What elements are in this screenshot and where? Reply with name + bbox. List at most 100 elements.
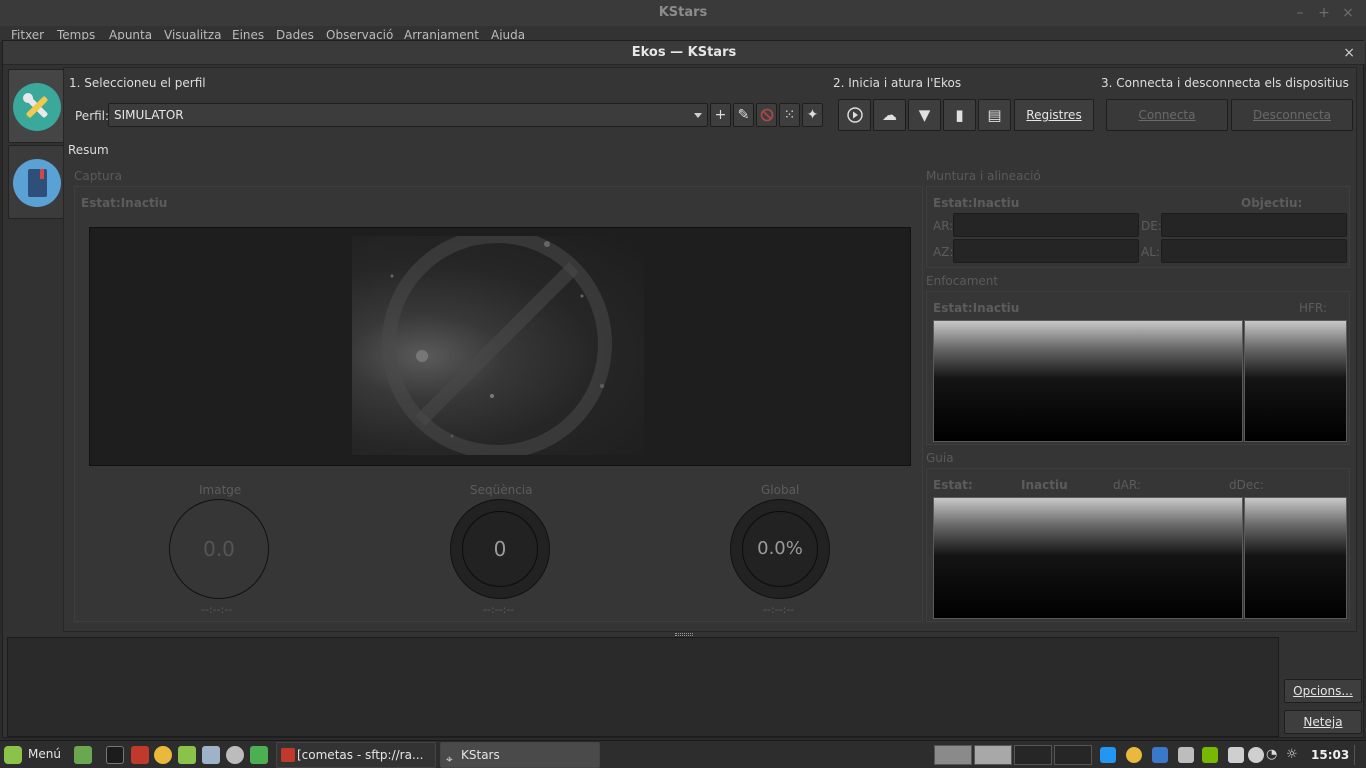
connect-button[interactable]: Connecta — [1106, 99, 1228, 131]
guide-status-value: Inactiu — [1021, 478, 1068, 492]
dec-label: DE: — [1141, 219, 1162, 233]
taskbar: Menú [cometas - sftp://ra... ⌖ KStars ◔ … — [0, 740, 1366, 768]
guide-status-label: Estat: — [933, 478, 973, 492]
image-progress-label: Imatge — [199, 483, 242, 497]
show-desktop-icon[interactable] — [74, 746, 92, 764]
guide-star-image — [933, 497, 1243, 619]
options-label: Opcions... — [1293, 684, 1353, 698]
chrome-icon[interactable] — [154, 746, 172, 764]
cloud-button[interactable]: ☁ — [873, 99, 906, 131]
wifi-icon[interactable]: ◔ — [1266, 747, 1282, 763]
focus-group: Estat:Inactiu HFR: — [926, 291, 1350, 445]
capture-group-title: Captura — [74, 169, 122, 183]
tab-summary[interactable]: Resum — [68, 143, 109, 157]
mount-group-title: Muntura i alineació — [926, 169, 1041, 183]
tools-icon — [13, 83, 61, 131]
splitter-handle[interactable] — [675, 633, 693, 636]
workspace-4[interactable] — [1054, 745, 1092, 765]
mount-group: Estat:Inactiu Objectiu: AR: DE: AZ: AL: — [926, 186, 1350, 268]
profile-select[interactable]: SIMULATOR — [108, 103, 708, 127]
capture-status-label: Estat:Inactiu — [81, 196, 168, 210]
mount-status-label: Estat:Inactiu — [933, 196, 1020, 210]
play-icon — [846, 107, 863, 123]
ekos-close-button[interactable]: × — [1343, 45, 1355, 61]
edit-profile-button[interactable]: ✎ — [733, 103, 754, 127]
search-icon[interactable] — [226, 746, 244, 764]
az-field — [953, 239, 1139, 263]
logs-button[interactable]: Registres — [1014, 99, 1094, 131]
sequence-time: --:--:-- — [483, 603, 515, 616]
guide-drift-plot — [1244, 497, 1347, 619]
dropbox-icon[interactable] — [1178, 747, 1194, 763]
image-progress-value: 0.0 — [203, 537, 235, 561]
window-title: KStars — [658, 5, 708, 20]
cloud-icon: ☁ — [882, 106, 897, 124]
ddec-label: dDec: — [1229, 478, 1264, 492]
chrome-tray-icon[interactable] — [1126, 747, 1142, 763]
step1-label: 1. Seleccioneu el perfil — [69, 76, 206, 90]
sequence-progress-label: Seqüència — [470, 483, 533, 497]
logs-label: Registres — [1026, 108, 1082, 122]
maximize-button[interactable]: + — [1316, 5, 1332, 21]
guide-group: Estat: Inactiu dAR: dDec: — [926, 468, 1350, 622]
filezilla-icon[interactable] — [131, 746, 149, 764]
nvidia-icon[interactable] — [1202, 747, 1218, 763]
sequence-progress-value: 0 — [493, 537, 507, 561]
add-profile-button[interactable]: + — [710, 103, 731, 127]
usb-icon: ▮ — [955, 106, 964, 124]
guide-group-title: Guia — [926, 451, 954, 465]
kstars-title-bar: KStars — [0, 0, 1366, 26]
tab-setup[interactable] — [8, 69, 64, 143]
delete-profile-button[interactable] — [756, 103, 777, 127]
pencil-icon: ✎ — [737, 107, 750, 123]
workspace-3[interactable] — [1014, 745, 1052, 765]
start-menu-label[interactable]: Menú — [28, 747, 61, 761]
dice-icon: ⁙ — [783, 107, 796, 123]
task-filezilla[interactable]: [cometas - sftp://ra... — [276, 742, 436, 768]
mount-target-label: Objectiu: — [1241, 196, 1303, 210]
teamviewer-icon[interactable] — [1100, 747, 1116, 763]
start-ekos-button[interactable] — [838, 99, 871, 131]
az-label: AZ: — [933, 245, 954, 259]
profile-wizard-button[interactable]: ⁙ — [779, 103, 800, 127]
global-progress-value: 0.0% — [757, 538, 803, 559]
clock[interactable]: 15:03 — [1311, 748, 1349, 762]
options-button[interactable]: Opcions... — [1284, 679, 1362, 703]
indi-control-panel-button[interactable]: ▤ — [978, 99, 1011, 131]
ekos-dialog: Ekos — KStars × 1. Seleccioneu el perfil… — [2, 40, 1365, 738]
usb-button[interactable]: ▮ — [943, 99, 976, 131]
mint-logo-icon[interactable] — [4, 746, 22, 764]
task-kstars[interactable]: ⌖ KStars — [440, 742, 600, 768]
app-icon[interactable] — [202, 746, 220, 764]
alt-label: AL: — [1141, 245, 1160, 259]
profile-value: SIMULATOR — [114, 108, 184, 122]
capture-group: Estat:Inactiu Imatge Seqüència Global 0.… — [74, 186, 923, 622]
magic-wand-button[interactable]: ✦ — [802, 103, 823, 127]
step2-label: 2. Inicia i atura l'Ekos — [833, 76, 962, 90]
terminal-icon[interactable] — [106, 746, 124, 764]
workspace-1[interactable] — [934, 745, 972, 765]
disconnect-button[interactable]: Desconnecta — [1231, 99, 1353, 131]
user-icon[interactable] — [1248, 747, 1264, 763]
log-output[interactable] — [7, 637, 1279, 737]
close-button[interactable]: × — [1340, 5, 1356, 21]
telescope-icon: ▼ — [918, 106, 931, 124]
global-progress-dial: 0.0% — [730, 499, 830, 599]
clear-button[interactable]: Neteja — [1284, 710, 1362, 734]
clipboard-icon[interactable] — [1228, 747, 1244, 763]
minimize-button[interactable]: – — [1292, 5, 1308, 21]
files-icon[interactable] — [178, 746, 196, 764]
workspace-2[interactable] — [974, 745, 1012, 765]
spreadsheet-icon[interactable] — [250, 746, 268, 764]
step3-label: 3. Connecta i desconnecta els dispositiu… — [1101, 76, 1349, 90]
no-entry-icon — [760, 108, 773, 122]
nebula-image — [352, 236, 644, 455]
show-desktop-corner[interactable] — [1354, 745, 1364, 765]
brightness-icon[interactable]: ☼ — [1286, 747, 1302, 763]
tab-notes[interactable] — [8, 145, 64, 219]
device-manager-button[interactable]: ▼ — [908, 99, 941, 131]
shield-icon[interactable] — [1152, 747, 1168, 763]
plus-icon: + — [714, 107, 727, 123]
chevron-down-icon — [694, 113, 702, 118]
task-kstars-label: KStars — [461, 748, 500, 762]
